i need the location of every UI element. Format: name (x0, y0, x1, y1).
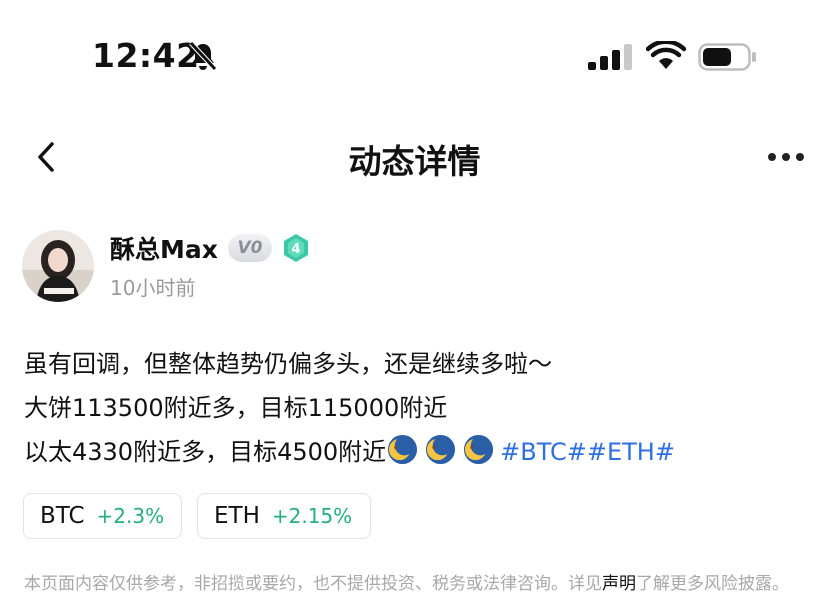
ticker-symbol: BTC (40, 503, 85, 529)
battery-icon (698, 43, 756, 71)
ticker-change: +2.15% (271, 504, 353, 528)
disclaimer-text-end: 了解更多风险披露。 (636, 574, 789, 594)
hashtag-eth[interactable]: #ETH# (587, 438, 675, 466)
status-time: 12:42 (92, 36, 200, 75)
more-options-button[interactable] (764, 140, 808, 174)
ticker-change: +2.3% (96, 504, 165, 528)
level-badge: 4 (284, 234, 308, 262)
ticker-chip-eth[interactable]: ETH +2.15% (197, 493, 371, 539)
crescent-moon-face-icon (426, 434, 456, 465)
level-badge-number: 4 (291, 242, 300, 257)
hashtag-btc[interactable]: #BTC# (500, 438, 587, 466)
author-name[interactable]: 酥总Max (110, 230, 218, 266)
page-title: 动态详情 (348, 142, 481, 181)
post-line-2: 大饼113500附近多，目标115000附近 (24, 394, 448, 422)
signal-icon (588, 44, 632, 70)
ticker-chip-btc[interactable]: BTC +2.3% (23, 493, 182, 539)
crescent-moon-face-icon (464, 434, 494, 465)
author-avatar[interactable] (22, 230, 94, 302)
wifi-icon (646, 41, 686, 69)
crescent-moon-face-icon (388, 434, 418, 465)
disclaimer-link[interactable]: 声明 (602, 574, 636, 594)
ticker-symbol: ETH (214, 503, 260, 529)
post-line-3-text: 以太4330附近多，目标4500附近 (24, 438, 387, 466)
bell-muted-icon (189, 41, 217, 71)
post-time: 10小时前 (110, 276, 196, 300)
disclaimer-text: 本页面内容仅供参考，非招揽或要约，也不提供投资、税务或法律咨询。详见 (24, 574, 602, 594)
post-line-3: 以太4330附近多，目标4500附近 #BTC##ETH# (24, 430, 675, 474)
post-content: 虽有回调，但整体趋势仍偏多头，还是继续多啦～ 大饼113500附近多，目标115… (24, 342, 675, 474)
disclaimer: 本页面内容仅供参考，非招揽或要约，也不提供投资、税务或法律咨询。详见声明了解更多… (24, 570, 814, 598)
vip-level-badge: V0 (228, 234, 272, 262)
post-line-1: 虽有回调，但整体趋势仍偏多头，还是继续多啦～ (24, 350, 552, 378)
